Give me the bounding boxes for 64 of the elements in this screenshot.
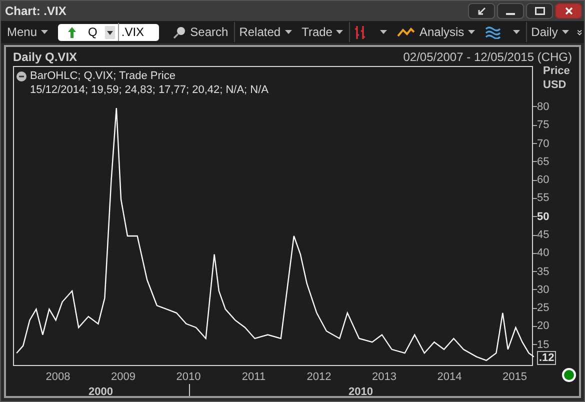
y-tick-label: 60 bbox=[537, 173, 550, 188]
y-tick-label: 55 bbox=[537, 191, 550, 206]
symbol-input[interactable]: .VIX bbox=[118, 23, 144, 41]
x-tick-label: 2008 bbox=[46, 370, 70, 385]
zigzag-icon bbox=[397, 27, 416, 37]
chart-title: Daily Q.VIX bbox=[13, 49, 78, 66]
maximize-button[interactable] bbox=[526, 3, 553, 19]
y-tick-label: 35 bbox=[537, 264, 550, 279]
bars-icon bbox=[354, 26, 366, 38]
more-icon[interactable] bbox=[576, 28, 582, 36]
related-button[interactable]: Related bbox=[234, 22, 296, 42]
y-tick-label: 20 bbox=[537, 319, 550, 334]
trade-button[interactable]: Trade bbox=[298, 22, 348, 42]
y-tick-label: 65 bbox=[537, 154, 550, 169]
y-tick-label: 40 bbox=[537, 246, 550, 260]
caret-icon bbox=[468, 30, 476, 34]
window-title: Chart: .VIX bbox=[5, 3, 66, 20]
caret-icon bbox=[284, 30, 292, 34]
caret-icon bbox=[562, 30, 569, 34]
x-tick-label: 2015 bbox=[502, 370, 527, 385]
y-tick-label: 80 bbox=[537, 100, 550, 114]
caret-icon bbox=[41, 30, 48, 34]
x-tick-label: 2010 bbox=[176, 370, 201, 385]
legend-values: 15/12/2014; 19,59; 24,83; 17,77; 20,42; N/A; N/A bbox=[30, 83, 269, 97]
search-button[interactable]: Search bbox=[169, 22, 232, 42]
caret-icon bbox=[513, 30, 520, 34]
era-label: 2000 bbox=[88, 385, 113, 398]
era-label: 2010 bbox=[348, 385, 373, 398]
x-tick-label: 2013 bbox=[372, 370, 396, 385]
close-icon bbox=[564, 7, 572, 15]
legend-title: BarOHLC; Q.VIX; Trade Price bbox=[30, 69, 176, 83]
restore-button[interactable] bbox=[468, 3, 495, 19]
symbol-field[interactable]: Q .VIX bbox=[58, 24, 160, 40]
y-tick-label: 25 bbox=[537, 301, 550, 316]
dropdown-icon[interactable] bbox=[105, 26, 116, 38]
caret-icon bbox=[336, 30, 344, 34]
y-tick-label: 50 bbox=[537, 210, 550, 224]
arrow-icon bbox=[478, 7, 486, 15]
interval-button[interactable]: Daily bbox=[526, 22, 573, 42]
x-tick-label: 2014 bbox=[437, 370, 462, 385]
analysis-button[interactable]: Analysis bbox=[393, 22, 480, 42]
close-button[interactable] bbox=[555, 3, 582, 19]
minimize-button[interactable] bbox=[497, 3, 524, 19]
x-tick-label: 2009 bbox=[111, 370, 136, 385]
minimize-icon bbox=[506, 13, 515, 15]
x-tick-label: 2012 bbox=[306, 370, 332, 385]
instrument-prefix: Q bbox=[88, 24, 98, 41]
axis-title: Price bbox=[543, 64, 570, 78]
maximize-icon bbox=[534, 7, 544, 15]
y-tick-label: 45 bbox=[537, 228, 550, 242]
y-tick-label: 15 bbox=[537, 338, 550, 352]
date-range: 02/05/2007 - 12/05/2015 (CHG) bbox=[403, 49, 572, 66]
waves-icon bbox=[485, 26, 502, 38]
last-value-label: .12 bbox=[537, 351, 556, 365]
caret-icon bbox=[380, 30, 388, 34]
search-icon bbox=[173, 26, 186, 38]
axis-unit: USD bbox=[543, 78, 568, 92]
menu-button[interactable]: Menu bbox=[3, 22, 52, 42]
up-arrow-icon bbox=[68, 26, 76, 38]
collapse-icon[interactable] bbox=[16, 70, 27, 82]
y-tick-label: 70 bbox=[537, 136, 550, 151]
y-tick-label: 75 bbox=[537, 118, 550, 132]
y-tick-label: 30 bbox=[537, 282, 550, 297]
x-tick-label: 2011 bbox=[242, 370, 266, 385]
